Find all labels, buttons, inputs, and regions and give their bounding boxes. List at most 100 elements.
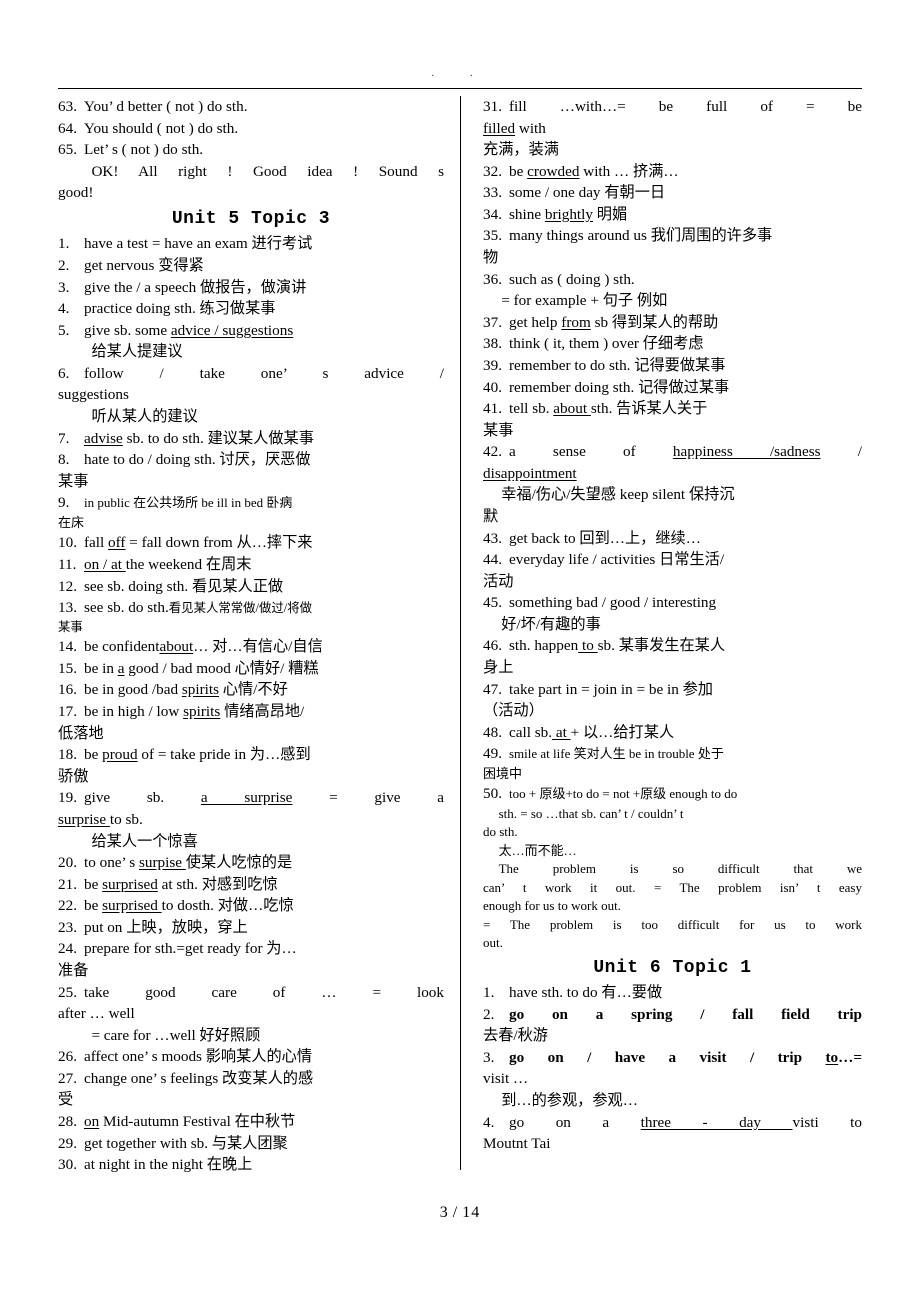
- list-item: 3. give the / a speech 做报告，做演讲: [58, 277, 444, 299]
- list-item: 39. remember to do sth. 记得要做某事: [483, 355, 862, 377]
- list-item: 7. advise sb. to do sth. 建议某人做某事: [58, 428, 444, 450]
- item-text: on / at the weekend 在周末: [84, 554, 444, 576]
- text-plain: /: [820, 443, 862, 461]
- continuation-line: 幸福/伤心/失望感 keep silent 保持沉: [501, 486, 735, 504]
- continuation-line: 困境中: [483, 765, 523, 781]
- list-item: 37. get help from sb 得到某人的帮助: [483, 312, 862, 334]
- text-underlined: surprise: [58, 810, 110, 828]
- text-plain: sb. to do sth. 建议某人做某事: [122, 429, 314, 447]
- text-plain: 使某人吃惊的是: [185, 854, 293, 872]
- continuation-line: do sth.: [483, 824, 518, 840]
- list-item: 17. be in high / low spirits 情绪高昂地/: [58, 701, 444, 723]
- text-plain: call sb.: [509, 723, 553, 741]
- text-plain: visti to: [792, 1113, 862, 1131]
- list-item: 23. put on 上映，放映，穿上: [58, 917, 444, 939]
- item-text: be in good /bad spirits 心情/不好: [84, 679, 444, 701]
- text-underlined: on: [84, 1113, 100, 1131]
- text-underlined: proud: [102, 746, 138, 764]
- item-number: 11.: [58, 555, 77, 573]
- item-text: practice doing sth. 练习做某事: [84, 300, 276, 318]
- item-number: 32.: [483, 162, 502, 180]
- text-plain: to dosth. 对做…吃惊: [161, 897, 294, 915]
- item-text: such as ( doing ) sth.: [509, 270, 635, 288]
- item-text: get nervous 变得紧: [84, 257, 204, 275]
- item-number: 2.: [483, 1005, 495, 1023]
- list-item: 20. to one’ s surpise 使某人吃惊的是: [58, 852, 444, 874]
- item-number: 24.: [58, 940, 77, 958]
- item-text: have a test = have an exam 进行考试: [84, 235, 313, 253]
- text-plain: = give a: [292, 789, 445, 807]
- item-number: 64.: [58, 119, 77, 137]
- list-item: 4. practice doing sth. 练习做某事: [58, 298, 444, 320]
- continuation-line: 活动: [483, 572, 514, 590]
- list-item: 27. change one’ s feelings 改变某人的感: [58, 1068, 444, 1090]
- item-number: 6.: [58, 364, 70, 382]
- list-item: 13. see sb. do sth.看见某人常常做/做过/将做: [58, 597, 444, 619]
- item-text: see sb. doing sth. 看见某人正做: [84, 577, 284, 595]
- text-plain: at sth. 对感到吃惊: [157, 875, 278, 893]
- text-plain: sb 得到某人的帮助: [590, 313, 719, 331]
- list-item: 63. You’ d better ( not ) do sth.: [58, 96, 444, 118]
- text-plain: sth. 告诉某人关于: [590, 400, 708, 418]
- text-plain: tell sb.: [509, 400, 554, 418]
- continuation-line: 低落地: [58, 724, 104, 742]
- list-item: 44. everyday life / activities 日常生活/: [483, 549, 862, 571]
- text-underlined: to: [578, 637, 598, 655]
- list-item: 21. be surprised at sth. 对感到吃惊: [58, 874, 444, 896]
- item-text: remember doing sth. 记得做过某事: [509, 378, 730, 396]
- list-item: 12. see sb. doing sth. 看见某人正做: [58, 576, 444, 598]
- continuation-line: （活动）: [483, 702, 544, 720]
- continuation-line: 充满，装满: [483, 141, 559, 159]
- list-item: 43. get back to 回到…上，继续…: [483, 528, 862, 550]
- text-plain: sb. 某事发生在某人: [597, 637, 726, 655]
- item-text: give the / a speech 做报告，做演讲: [84, 278, 307, 296]
- item-number: 36.: [483, 270, 502, 288]
- header-dot-marks: · ·: [430, 70, 490, 82]
- list-item: 24. prepare for sth.=get ready for 为…: [58, 938, 444, 960]
- item-number: 38.: [483, 335, 502, 353]
- item-number: 37.: [483, 313, 502, 331]
- list-item: 11. on / at the weekend 在周末: [58, 554, 444, 576]
- text-underlined: surprised: [102, 897, 162, 915]
- item-number: 9.: [58, 494, 70, 512]
- list-item: 6. follow / take one’ s advice /: [58, 363, 444, 385]
- text-underlined: off: [108, 534, 126, 552]
- continuation-line: visit …: [483, 1070, 529, 1088]
- footer-page-number: 3: [439, 1204, 449, 1221]
- continuation-line: = for example + 句子 例如: [501, 292, 668, 310]
- footer-separator: /: [452, 1204, 459, 1221]
- list-item: 36. such as ( doing ) sth.: [483, 269, 862, 291]
- list-item: 16. be in good /bad spirits 心情/不好: [58, 679, 444, 701]
- item-number: 33.: [483, 184, 502, 202]
- item-number: 1.: [483, 984, 495, 1002]
- text-plain: be: [84, 746, 103, 764]
- item-text: put on 上映，放映，穿上: [84, 918, 248, 936]
- continuation-line: 骄傲: [58, 767, 89, 785]
- list-item: 46. sth. happen to sb. 某事发生在某人: [483, 635, 862, 657]
- item-text: go on a spring / fall field trip: [509, 1005, 862, 1023]
- item-number: 7.: [58, 429, 70, 447]
- continuation-line: 给某人提建议: [91, 343, 183, 361]
- list-item: 41. tell sb. about sth. 告诉某人关于: [483, 398, 862, 420]
- item-text: think ( it, them ) over 仔细考虑: [509, 335, 704, 353]
- text-underlined: spirits: [183, 703, 221, 721]
- item-text: something bad / good / interesting: [509, 594, 717, 612]
- text-gloss: 看见某人常常做/做过/将做: [168, 601, 312, 616]
- item-number: 17.: [58, 703, 77, 721]
- item-text: change one’ s feelings 改变某人的感: [84, 1069, 314, 1087]
- item-text: prepare for sth.=get ready for 为…: [84, 940, 297, 958]
- item-number: 21.: [58, 875, 77, 893]
- item-text: to one’ s surpise 使某人吃惊的是: [84, 852, 444, 874]
- two-column-body: 63. You’ d better ( not ) do sth. 64. Yo…: [58, 96, 862, 1173]
- continuation-line: 受: [58, 1091, 74, 1109]
- item-text: smile at life 笑对人生 be in trouble 处于: [509, 746, 724, 762]
- list-item: 31. fill …with…= be full of = be: [483, 96, 862, 118]
- list-item: 10. fall off = fall down from 从…摔下来: [58, 532, 444, 554]
- text-underlined: advise: [84, 429, 123, 447]
- item-text: everyday life / activities 日常生活/: [509, 551, 725, 569]
- text-plain: to one’ s: [84, 854, 139, 872]
- item-text: tell sb. about sth. 告诉某人关于: [509, 398, 862, 420]
- text-underlined: spirits: [181, 681, 219, 699]
- continuation-line: disappointment: [483, 463, 862, 485]
- item-text: remember to do sth. 记得要做某事: [509, 356, 726, 374]
